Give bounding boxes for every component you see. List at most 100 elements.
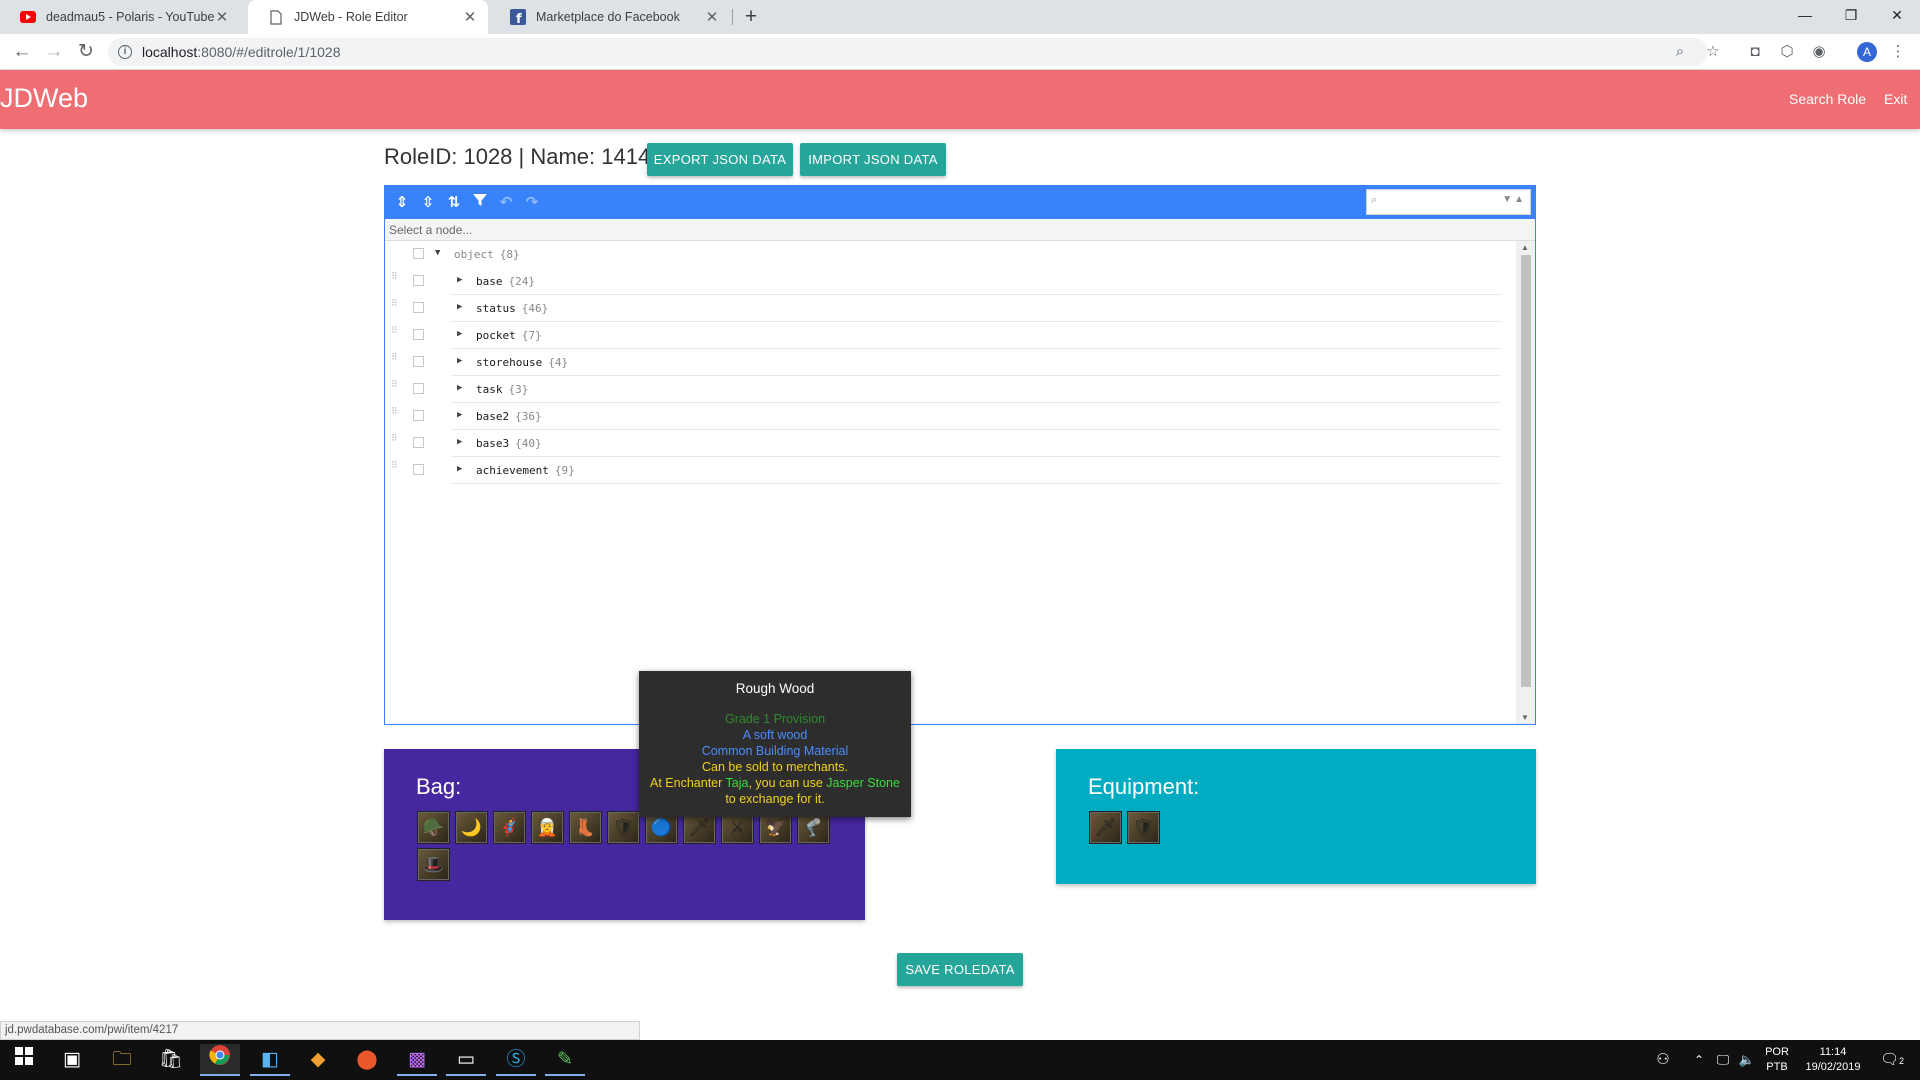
expand-right-icon[interactable]: ▶ [457, 275, 462, 285]
volume-icon[interactable]: 🔈 [1736, 1040, 1758, 1080]
export-json-button[interactable]: EXPORT JSON DATA [647, 143, 793, 176]
profile-avatar[interactable]: A [1857, 42, 1877, 62]
windows-start-icon[interactable] [4, 1044, 44, 1076]
skype-icon[interactable]: Ⓢ [496, 1044, 536, 1076]
expand-all-icon[interactable]: ⇕ [391, 192, 413, 214]
expand-right-icon[interactable]: ▶ [457, 302, 462, 312]
tree-node-row[interactable]: ⠿ ▶ task {3} [385, 376, 1517, 403]
bookmark-star-icon[interactable]: ☆ [1703, 42, 1723, 62]
redo-icon[interactable]: ↷ [521, 192, 543, 214]
tab-youtube[interactable]: deadmau5 - Polaris - YouTube ✕ [0, 0, 240, 34]
drag-handle-icon[interactable]: ⠿ [391, 327, 399, 341]
drag-handle-icon[interactable]: ⠿ [391, 435, 399, 449]
task-view-icon[interactable]: ▣ [52, 1044, 92, 1076]
context-menu-button[interactable] [413, 410, 424, 421]
tree-node-row[interactable]: ⠿ ▶ pocket {7} [385, 322, 1517, 349]
scrollbar-thumb[interactable] [1521, 255, 1531, 687]
tree-node-row[interactable]: ⠿ ▶ base2 {36} [385, 403, 1517, 430]
drag-handle-icon[interactable]: ⠿ [391, 300, 399, 314]
drag-handle-icon[interactable]: ⠿ [391, 354, 399, 368]
import-json-button[interactable]: IMPORT JSON DATA [800, 143, 946, 176]
bag-slot[interactable]: 🎩 [417, 848, 450, 881]
expand-right-icon[interactable]: ▶ [457, 464, 462, 474]
bag-slot[interactable]: 🧝 [531, 811, 564, 844]
minimize-button[interactable]: — [1782, 0, 1828, 30]
bag-slot[interactable]: 🪖 [417, 811, 450, 844]
tree-node-row[interactable]: ⠿ ▶ base3 {40} [385, 430, 1517, 457]
info-icon[interactable]: i [118, 45, 132, 59]
drag-handle-icon[interactable]: ⠿ [391, 408, 399, 422]
notepad-plus-icon[interactable]: ✎ [545, 1044, 585, 1076]
address-bar[interactable]: i localhost:8080/#/editrole/1/1028 [108, 38, 1708, 66]
phpstorm-icon[interactable]: ▩ [397, 1044, 437, 1076]
restore-button[interactable]: ❐ [1828, 0, 1874, 30]
notification-center-icon[interactable]: 🗨2 [1876, 1040, 1908, 1080]
new-tab-button[interactable]: + [738, 4, 764, 30]
forward-button[interactable]: → [42, 40, 66, 64]
expand-right-icon[interactable]: ▶ [457, 383, 462, 393]
tree-root-row[interactable]: ▼ object {8} [385, 241, 1517, 268]
context-menu-button[interactable] [413, 356, 424, 367]
people-icon[interactable]: ⚇ [1652, 1040, 1674, 1080]
drag-handle-icon[interactable]: ⠿ [391, 273, 399, 287]
expand-down-icon[interactable]: ▼ [435, 248, 440, 258]
tab-facebook-marketplace[interactable]: f Marketplace do Facebook ✕ [490, 0, 730, 34]
context-menu-button[interactable] [413, 329, 424, 340]
terminal-icon[interactable]: ▭ [446, 1044, 486, 1076]
scroll-down-icon[interactable]: ▼ [1521, 713, 1529, 722]
app-blue-icon[interactable]: ◧ [250, 1044, 290, 1076]
chrome-icon[interactable] [200, 1044, 240, 1076]
context-menu-button[interactable] [413, 248, 424, 259]
camera-extension-icon[interactable]: ◘ [1745, 42, 1765, 62]
tree-node-row[interactable]: ⠿ ▶ base {24} [385, 268, 1517, 295]
window-close-button[interactable]: ✕ [1874, 0, 1920, 30]
expand-right-icon[interactable]: ▶ [457, 410, 462, 420]
reload-button[interactable]: ↻ [74, 40, 98, 64]
exit-link[interactable]: Exit [1884, 91, 1907, 107]
close-icon[interactable]: ✕ [462, 8, 478, 26]
expand-right-icon[interactable]: ▶ [457, 356, 462, 366]
sort-icon[interactable]: ⇅ [443, 192, 465, 214]
expand-right-icon[interactable]: ▶ [457, 437, 462, 447]
tree-node-row[interactable]: ⠿ ▶ status {46} [385, 295, 1517, 322]
undo-icon[interactable]: ↶ [495, 192, 517, 214]
back-button[interactable]: ← [10, 40, 34, 64]
app-brand-logo[interactable]: JDWeb [0, 83, 88, 114]
adblock-extension-icon[interactable]: ◉ [1809, 42, 1829, 62]
language-indicator[interactable]: POR PTB [1762, 1040, 1792, 1080]
json-editor-scrollbar[interactable]: ▲ ▼ [1516, 241, 1535, 724]
context-menu-button[interactable] [413, 383, 424, 394]
drag-handle-icon[interactable]: ⠿ [391, 462, 399, 476]
filter-icon[interactable] [469, 192, 491, 214]
context-menu-button[interactable] [413, 437, 424, 448]
clock[interactable]: 11:14 19/02/2019 [1798, 1040, 1868, 1080]
tray-expand-icon[interactable]: ⌃ [1690, 1040, 1708, 1080]
shield-extension-icon[interactable]: ⬡ [1777, 42, 1797, 62]
tree-node-row[interactable]: ⠿ ▶ achievement {9} [385, 457, 1517, 484]
bag-slot[interactable]: 🌙 [455, 811, 488, 844]
bag-slot[interactable]: 🛡 [607, 811, 640, 844]
collapse-all-icon[interactable]: ⇳ [417, 192, 439, 214]
context-menu-button[interactable] [413, 464, 424, 475]
context-menu-button[interactable] [413, 302, 424, 313]
file-explorer-icon[interactable]: 🗀 [102, 1044, 142, 1076]
close-icon[interactable]: ✕ [704, 8, 720, 26]
store-icon[interactable]: 🛍 [151, 1044, 191, 1076]
close-icon[interactable]: ✕ [214, 8, 230, 26]
equipment-slot[interactable]: 🗡 [1089, 811, 1122, 844]
save-roledata-button[interactable]: SAVE ROLEDATA [897, 953, 1023, 986]
tree-node-row[interactable]: ⠿ ▶ storehouse {4} [385, 349, 1517, 376]
json-search-input[interactable] [1385, 193, 1495, 211]
postman-icon[interactable]: ⬤ [347, 1044, 387, 1076]
tab-role-editor[interactable]: JDWeb - Role Editor ✕ [248, 0, 488, 34]
menu-kebab-icon[interactable]: ⋮ [1888, 42, 1908, 62]
equipment-slot[interactable]: 🛡 [1127, 811, 1160, 844]
zoom-icon[interactable]: ⌕ [1670, 42, 1690, 62]
search-next-prev-icon[interactable]: ▼▲ [1502, 194, 1526, 205]
context-menu-button[interactable] [413, 275, 424, 286]
bag-slot[interactable]: 👢 [569, 811, 602, 844]
network-icon[interactable]: 🖵 [1712, 1040, 1734, 1080]
drag-handle-icon[interactable]: ⠿ [391, 381, 399, 395]
scroll-up-icon[interactable]: ▲ [1521, 243, 1529, 252]
bag-slot[interactable]: 🦸 [493, 811, 526, 844]
